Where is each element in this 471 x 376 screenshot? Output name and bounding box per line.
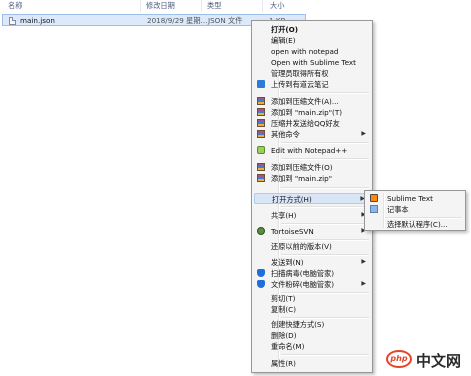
menu-item-label: TortoiseSVN [271,227,314,236]
notepad-icon [370,205,378,213]
column-divider[interactable] [140,0,141,12]
menu-item-properties[interactable]: 属性(R) [254,358,370,369]
menu-item-label: 打开(O) [271,25,299,34]
menu-item-youdao[interactable]: 上传到有道云笔记 [254,79,370,90]
menu-item-label: 复制(C) [271,305,297,314]
column-divider[interactable] [262,0,263,12]
menu-item-label: 发送到(N) [271,258,304,267]
watermark-text: 中文网 [416,352,462,370]
menu-item-label: Open with Sublime Text [271,58,356,67]
menu-item-add-zip-2[interactable]: 添加到 "main.zip" [254,173,370,184]
column-header-bar: 名称 修改日期 类型 大小 [0,0,471,12]
menu-separator [281,254,369,256]
menu-item-open-with-notepad[interactable]: open with notepad [254,46,370,57]
menu-item-label: 共享(H) [271,211,297,220]
column-name-header[interactable]: 名称 [8,1,22,11]
youdao-icon [257,80,265,88]
menu-separator [281,206,369,208]
menu-item-add-archive-2[interactable]: 添加到压缩文件(O) [254,162,370,173]
submenu-arrow-icon: ▶ [361,130,366,137]
menu-item-label: 压缩并发送给QQ好友 [271,119,340,128]
submenu-arrow-icon: ▶ [361,258,366,265]
menu-item-label: Edit with Notepad++ [271,146,348,155]
menu-item-cut[interactable]: 剪切(T) [254,293,370,304]
notepadpp-icon [257,146,265,154]
submenu-item-label: 记事本 [387,205,409,214]
sublime-text-icon [370,194,378,202]
menu-item-copy[interactable]: 复制(C) [254,304,370,315]
winrar-icon [257,130,265,138]
menu-item-label: 重命名(M) [271,342,305,351]
file-name: main.json [20,16,55,25]
menu-item-label: 编辑(E) [271,36,296,45]
menu-item-create-shortcut[interactable]: 创建快捷方式(S) [254,319,370,330]
php-cn-watermark: php 中文网 [386,348,468,372]
menu-item-label: 添加到 "main.zip"(T) [271,108,343,117]
menu-item-share[interactable]: 共享(H)▶ [254,210,370,221]
shield-icon [257,269,265,277]
shield-icon [257,280,265,288]
menu-item-other-commands[interactable]: 其他命令 ▶ [254,129,370,140]
menu-item-scan-virus[interactable]: 扫描病毒(电脑管家) [254,268,370,279]
menu-item-label: 添加到压缩文件(O) [271,163,333,172]
menu-item-label: 添加到 "main.zip" [271,174,333,183]
menu-item-send-to[interactable]: 发送到(N) ▶ [254,257,370,268]
file-icon [9,17,16,25]
winrar-icon [257,119,265,127]
menu-item-take-ownership[interactable]: 管理员取得所有权 [254,68,370,79]
menu-item-label: open with notepad [271,47,339,56]
menu-item-open[interactable]: 打开(O) [254,24,370,35]
menu-item-label: 添加到压缩文件(A)... [271,97,339,106]
menu-item-rename[interactable]: 重命名(M) [254,341,370,352]
menu-item-open-with-sublime[interactable]: Open with Sublime Text [254,57,370,68]
menu-separator [281,142,369,144]
menu-separator [281,158,369,160]
menu-item-open-with[interactable]: 打开方式(H) ▶ [254,193,370,204]
winrar-icon [257,163,265,171]
file-type: JSON 文件 [208,16,243,25]
winrar-icon [257,108,265,116]
menu-item-add-zip[interactable]: 添加到 "main.zip"(T) [254,107,370,118]
menu-separator [281,187,369,189]
submenu-arrow-icon: ▶ [361,280,366,287]
open-with-submenu: Sublime Text 记事本 选择默认程序(C)... [364,190,466,231]
menu-item-label: 打开方式(H) [272,195,312,204]
menu-separator [281,223,369,225]
submenu-item-label: 选择默认程序(C)... [387,220,448,229]
submenu-item-choose-default[interactable]: 选择默认程序(C)... [367,219,463,230]
column-size-header[interactable]: 大小 [270,1,284,11]
menu-item-label: 剪切(T) [271,294,296,303]
submenu-item-sublime-text[interactable]: Sublime Text [367,193,463,204]
winrar-icon [257,97,265,105]
file-date: 2018/9/29 星期... [147,16,208,25]
menu-item-label: 其他命令 [271,130,300,139]
menu-item-shred-file[interactable]: 文件粉碎(电脑管家) ▶ [254,279,370,290]
column-date-header[interactable]: 修改日期 [146,1,175,11]
menu-item-edit[interactable]: 编辑(E) [254,35,370,46]
submenu-item-notepad[interactable]: 记事本 [367,204,463,215]
menu-item-delete[interactable]: 删除(D) [254,330,370,341]
menu-separator [281,354,369,356]
menu-item-edit-notepadpp[interactable]: Edit with Notepad++ [254,145,370,156]
menu-item-zip-send-qq[interactable]: 压缩并发送给QQ好友 [254,118,370,129]
menu-item-label: 文件粉碎(电脑管家) [271,280,335,289]
menu-item-restore-versions[interactable]: 还原以前的版本(V) [254,241,370,252]
winrar-icon [257,174,265,182]
menu-item-label: 删除(D) [271,331,297,340]
menu-item-label: 创建快捷方式(S) [271,320,325,329]
context-menu: 打开(O) 编辑(E) open with notepad Open with … [251,20,373,373]
menu-item-label: 管理员取得所有权 [271,69,329,78]
menu-item-label: 还原以前的版本(V) [271,242,332,251]
menu-item-add-archive[interactable]: 添加到压缩文件(A)... [254,96,370,107]
menu-item-label: 上传到有道云笔记 [271,80,329,89]
menu-item-label: 扫描病毒(电脑管家) [271,269,335,278]
menu-separator [281,92,369,94]
column-type-header[interactable]: 类型 [207,1,221,11]
column-divider[interactable] [201,0,202,12]
menu-item-label: 属性(R) [271,359,296,368]
tortoisesvn-icon [257,227,265,235]
php-logo: php [386,350,412,368]
submenu-item-label: Sublime Text [387,194,433,203]
menu-item-tortoisesvn[interactable]: TortoiseSVN▶ [254,226,370,237]
